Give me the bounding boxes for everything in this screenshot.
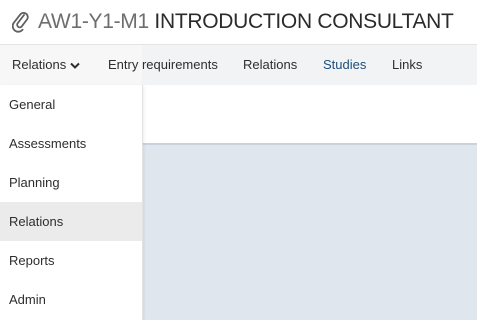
tab-entry-requirements[interactable]: Entry requirements — [108, 45, 218, 85]
tab-dropdown-label: Relations — [12, 57, 67, 72]
menu-item-admin[interactable]: Admin — [0, 280, 142, 319]
menu-item-planning[interactable]: Planning — [0, 163, 142, 202]
content-panel — [142, 145, 477, 320]
menu-item-reports[interactable]: Reports — [0, 241, 142, 280]
menu-item-assessments[interactable]: Assessments — [0, 124, 142, 163]
tab-relations[interactable]: Relations — [243, 45, 297, 85]
course-name: INTRODUCTION CONSULTANT — [154, 10, 454, 33]
tab-links[interactable]: Links — [392, 45, 422, 85]
chevron-down-icon — [70, 62, 80, 69]
page-title: AW1-Y1-M1 INTRODUCTION CONSULTANT — [38, 8, 454, 36]
relations-dropdown-menu: General Assessments Planning Relations R… — [0, 85, 143, 320]
tab-bar: Relations Entry requirements Relations S… — [0, 44, 477, 85]
menu-item-general[interactable]: General — [0, 85, 142, 124]
course-code: AW1-Y1-M1 — [38, 10, 149, 33]
paperclip-icon — [12, 11, 29, 33]
menu-item-relations[interactable]: Relations — [0, 202, 142, 241]
tab-studies[interactable]: Studies — [323, 45, 366, 85]
page: AW1-Y1-M1 INTRODUCTION CONSULTANT Relati… — [0, 0, 477, 320]
title-bar: AW1-Y1-M1 INTRODUCTION CONSULTANT — [0, 0, 477, 44]
